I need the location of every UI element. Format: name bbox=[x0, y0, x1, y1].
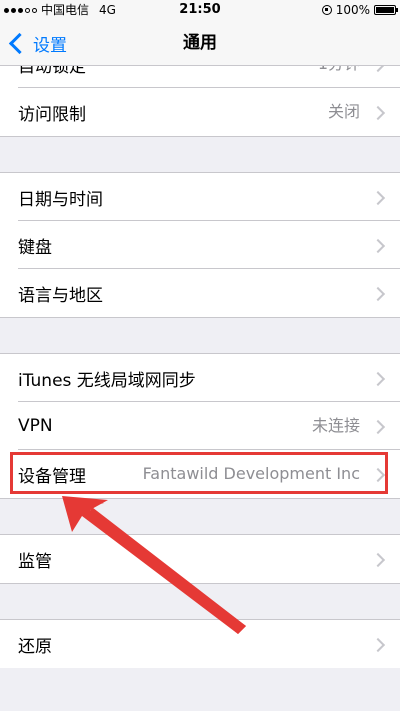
row-label: 还原 bbox=[18, 636, 52, 657]
chevron-right-icon bbox=[370, 286, 386, 302]
row-value: 1分钟 bbox=[318, 66, 360, 88]
row-label: 语言与地区 bbox=[18, 285, 103, 306]
row-value: 未连接 bbox=[311, 416, 360, 435]
battery-percent: 100% bbox=[335, 3, 370, 17]
status-right: 100% bbox=[321, 0, 398, 20]
settings-general-screen: 中国电信 4G 21:50 100% 设置 通用 自动锁定 1分钟 访问限制 bbox=[0, 0, 400, 711]
row-label: iTunes 无线局域网同步 bbox=[18, 370, 196, 391]
chevron-right-icon bbox=[370, 552, 386, 568]
row-label: 设备管理 bbox=[18, 466, 86, 487]
section-gap bbox=[0, 498, 400, 535]
settings-row-supervision[interactable]: 监管 bbox=[0, 535, 400, 583]
section-gap bbox=[0, 583, 400, 620]
row-label: 日期与时间 bbox=[18, 189, 103, 210]
settings-row-itunes-wifi-sync[interactable]: iTunes 无线局域网同步 bbox=[0, 354, 400, 402]
orientation-lock-icon bbox=[321, 5, 332, 15]
settings-list: 自动锁定 1分钟 访问限制 关闭 日期与时间 键盘 语言与地区 bbox=[0, 66, 400, 711]
chevron-right-icon bbox=[370, 105, 386, 121]
row-value: 关闭 bbox=[327, 102, 360, 121]
chevron-right-icon bbox=[370, 637, 386, 653]
settings-row-date-time[interactable]: 日期与时间 bbox=[0, 173, 400, 221]
row-label: 访问限制 bbox=[18, 104, 86, 125]
section-gap bbox=[0, 136, 400, 173]
chevron-right-icon bbox=[370, 190, 386, 206]
settings-row-keyboard[interactable]: 键盘 bbox=[0, 221, 400, 269]
settings-row-device-management[interactable]: 设备管理 Fantawild Development Inc bbox=[0, 450, 400, 498]
settings-row-language-region[interactable]: 语言与地区 bbox=[0, 269, 400, 317]
settings-row-vpn[interactable]: VPN 未连接 bbox=[0, 402, 400, 450]
battery-icon bbox=[374, 5, 398, 15]
chevron-right-icon bbox=[370, 238, 386, 254]
row-label: 键盘 bbox=[18, 237, 52, 258]
settings-row-restrictions[interactable]: 访问限制 关闭 bbox=[0, 88, 400, 136]
row-label: 自动锁定 bbox=[18, 66, 86, 77]
settings-row-auto-lock[interactable]: 自动锁定 1分钟 bbox=[0, 66, 400, 88]
row-value: Fantawild Development Inc bbox=[142, 464, 360, 483]
chevron-right-icon bbox=[370, 419, 386, 435]
navigation-bar: 设置 通用 bbox=[0, 20, 400, 66]
settings-row-reset[interactable]: 还原 bbox=[0, 620, 400, 668]
page-title: 通用 bbox=[183, 33, 217, 53]
chevron-right-icon bbox=[370, 467, 386, 483]
row-label: VPN bbox=[18, 416, 53, 436]
status-bar: 中国电信 4G 21:50 100% bbox=[0, 0, 400, 20]
chevron-right-icon bbox=[370, 371, 386, 387]
section-gap bbox=[0, 317, 400, 354]
chevron-right-icon bbox=[370, 66, 386, 73]
row-label: 监管 bbox=[18, 551, 52, 572]
